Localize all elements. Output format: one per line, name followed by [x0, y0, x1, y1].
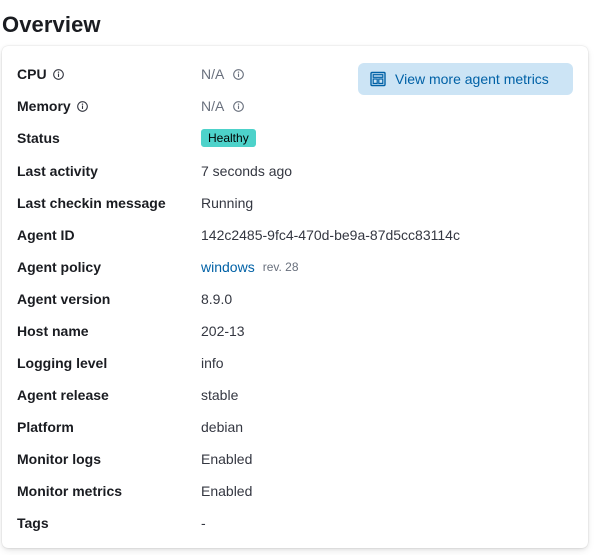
monitor-logs-label: Monitor logs: [17, 451, 101, 467]
logging-level-label: Logging level: [17, 355, 108, 371]
row-value: windows rev. 28: [201, 259, 299, 275]
dashboard-app-icon: [370, 71, 386, 87]
view-more-agent-metrics-label: View more agent metrics: [395, 71, 549, 87]
memory-label: Memory: [17, 98, 71, 114]
monitor-metrics-value: Enabled: [201, 483, 253, 499]
agent-policy-link[interactable]: windows: [201, 259, 255, 275]
info-icon[interactable]: [233, 100, 245, 112]
last-checkin-message-label: Last checkin message: [17, 195, 166, 211]
page-title: Overview: [2, 12, 101, 37]
monitor-logs-value: Enabled: [201, 451, 253, 467]
info-icon[interactable]: [233, 68, 245, 80]
info-icon[interactable]: [52, 68, 64, 80]
host-name-label: Host name: [17, 323, 89, 339]
agent-policy-label: Agent policy: [17, 259, 102, 275]
platform-value: debian: [201, 419, 244, 435]
last-checkin-message-value: Running: [201, 195, 254, 211]
policy-revision: rev. 28: [262, 260, 299, 274]
row-value: N/A: [201, 66, 245, 82]
row-value: Healthy: [201, 129, 256, 147]
agent-release-value: stable: [201, 387, 239, 403]
overview-panel: CPU N/A Memory N/A Status Healthy Last a…: [2, 46, 588, 548]
info-icon[interactable]: [76, 100, 88, 112]
row-value: N/A: [201, 98, 245, 114]
cpu-value: N/A: [201, 66, 225, 82]
status-label: Status: [17, 130, 60, 146]
row-label: CPU: [17, 66, 201, 82]
platform-label: Platform: [17, 419, 74, 435]
view-more-agent-metrics-button[interactable]: View more agent metrics: [358, 63, 573, 95]
monitor-metrics-label: Monitor metrics: [17, 483, 123, 499]
cpu-label: CPU: [17, 66, 47, 82]
last-activity-label: Last activity: [17, 163, 98, 179]
host-name-value: 202-13: [201, 323, 245, 339]
last-activity-value: 7 seconds ago: [201, 163, 293, 179]
agent-version-value: 8.9.0: [201, 291, 233, 307]
agent-release-label: Agent release: [17, 387, 109, 403]
status-badge: Healthy: [201, 129, 256, 147]
agent-id-label: Agent ID: [17, 227, 75, 243]
agent-id-value: 142c2485-9fc4-470d-be9a-87d5cc83114c: [201, 227, 460, 243]
tags-value: -: [201, 515, 206, 531]
tags-label: Tags: [17, 515, 49, 531]
agent-version-label: Agent version: [17, 291, 111, 307]
page: Overview CPU N/A Memory N/A Status Healt…: [0, 0, 595, 555]
memory-value: N/A: [201, 98, 225, 114]
logging-level-value: info: [201, 355, 224, 371]
row-label: Memory: [17, 98, 201, 114]
